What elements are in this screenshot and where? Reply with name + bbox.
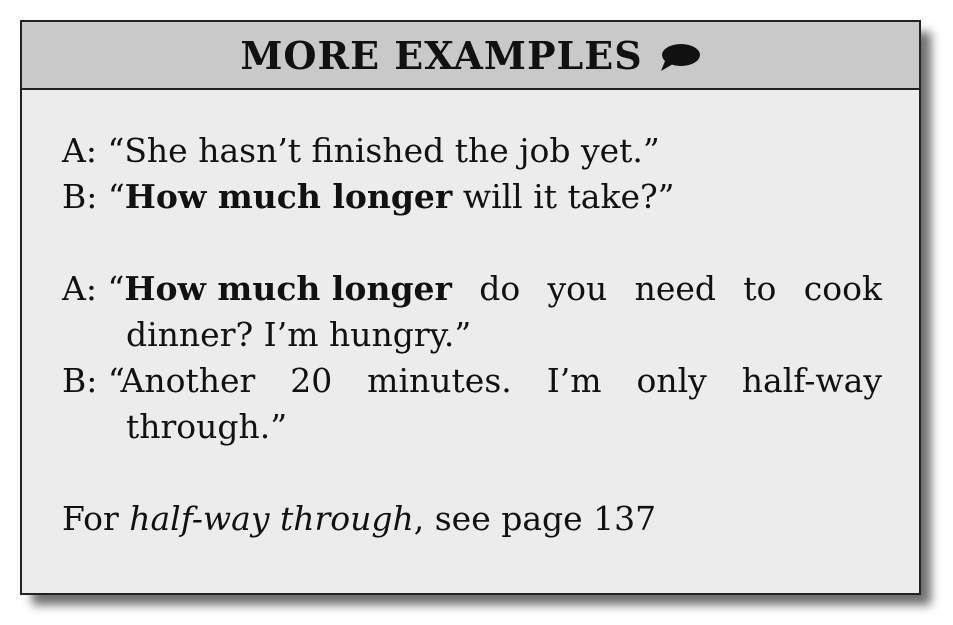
examples-card: MORE EXAMPLES A: “She hasn’t finished th…	[20, 20, 921, 595]
example2-line-a: A: “How much longer do you need to cook	[62, 266, 882, 312]
speaker-b-label: B:	[62, 361, 98, 400]
reference-prefix: For	[62, 499, 130, 538]
example2-a-word: to	[743, 269, 777, 308]
examples-content: A: “She hasn’t finished the job yet.” B:…	[62, 128, 882, 542]
example2-a-bold-phrase: How much longer	[124, 269, 452, 308]
example2-b-word: minutes.	[367, 361, 512, 400]
example1-a-text: “She hasn’t finished the job yet.”	[107, 131, 660, 170]
example2-line-a-continued: dinner? I’m hungry.”	[62, 312, 882, 358]
example1-b-rest: will it take?”	[452, 177, 675, 216]
example2-b-word: half-way	[741, 361, 882, 400]
page-reference: For half-way through, see page 137	[62, 496, 882, 542]
speaker-a-label: A:	[62, 269, 97, 308]
speaker-b-label: B:	[62, 177, 98, 216]
example2-line-b-continued: through.”	[62, 404, 882, 450]
header-title: MORE EXAMPLES	[240, 32, 643, 78]
example2-a-line2: dinner? I’m hungry.”	[126, 315, 472, 354]
example1-line-b: B: “How much longer will it take?”	[62, 174, 882, 220]
reference-suffix: , see page 137	[413, 499, 657, 538]
example2-line-b: B: “Another 20 minutes. I’m only half-wa…	[62, 358, 882, 404]
example2-a-word: cook	[803, 269, 882, 308]
example2-b-word: I’m	[546, 361, 602, 400]
example2-a-word: do	[479, 269, 521, 308]
example2-b-line2: through.”	[126, 407, 288, 446]
speaker-a-label: A:	[62, 131, 97, 170]
speech-bubble-icon	[660, 44, 700, 71]
example2-a-quote-open: “	[107, 269, 125, 308]
example2-a-start: A: “How much longer	[62, 266, 452, 312]
example2-b-start: B: “Another	[62, 358, 255, 404]
example1-b-bold-phrase: How much longer	[124, 177, 453, 216]
reference-italic-term: half-way through	[129, 499, 414, 538]
example2-a-word: need	[634, 269, 716, 308]
example1-b-quote-open: “	[107, 177, 125, 216]
example2-a-word: you	[547, 269, 608, 308]
example2-b-word: “Another	[107, 361, 256, 400]
example1-line-a: A: “She hasn’t finished the job yet.”	[62, 128, 882, 174]
example2-b-word: 20	[290, 361, 333, 400]
card-header: MORE EXAMPLES	[22, 22, 919, 90]
example2-b-word: only	[636, 361, 707, 400]
